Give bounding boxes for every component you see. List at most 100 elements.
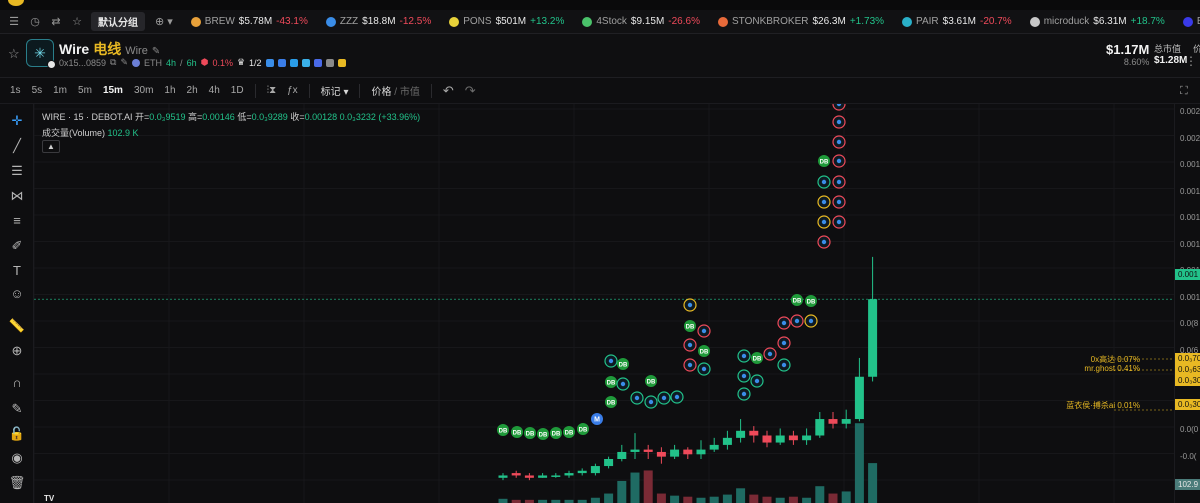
trade-marker-avatar[interactable] <box>832 115 846 129</box>
eye-icon[interactable]: ◉ <box>8 449 26 467</box>
trade-marker-avatar[interactable] <box>657 391 671 405</box>
undo-icon[interactable]: ↶ <box>443 83 454 99</box>
paypal-icon[interactable] <box>265 58 274 67</box>
gift-icon[interactable] <box>337 58 346 67</box>
trade-marker-avatar[interactable] <box>832 215 846 229</box>
trade-marker-avatar[interactable] <box>683 338 697 352</box>
trade-marker-m[interactable]: M <box>591 413 603 425</box>
price-mcap-toggle[interactable]: 价格 / 市值 <box>371 83 419 98</box>
magnet-icon[interactable]: ∩ <box>8 374 26 392</box>
crosshair-icon[interactable]: ✛ <box>8 112 26 130</box>
fx-icon[interactable]: ƒx <box>287 85 298 96</box>
trade-marker-db[interactable]: DB <box>563 426 575 438</box>
trade-marker-avatar[interactable] <box>616 377 630 391</box>
more-icon[interactable]: ⋮ <box>1185 54 1197 68</box>
trade-marker-avatar[interactable] <box>832 175 846 189</box>
zoom-in-icon[interactable]: ⊕ <box>8 342 26 360</box>
trade-marker-avatar[interactable] <box>817 235 831 249</box>
ticker-item[interactable]: BOW$6.84M+10.2% <box>1182 16 1200 27</box>
horizontal-lines-icon[interactable]: ☰ <box>8 162 26 180</box>
timeframe-1s[interactable]: 1s <box>10 85 21 96</box>
user-icon[interactable] <box>277 58 286 67</box>
trade-marker-db[interactable]: DB <box>577 423 589 435</box>
indicator-compare-icon[interactable]: ⫶⧗ <box>267 85 277 96</box>
trade-marker-avatar[interactable] <box>737 349 751 363</box>
trade-marker-db[interactable]: DB <box>497 424 509 436</box>
ruler-icon[interactable]: 📏 <box>8 317 26 335</box>
trade-marker-avatar[interactable] <box>832 195 846 209</box>
timeframe-4h[interactable]: 4h <box>209 85 220 96</box>
star-icon[interactable]: ☆ <box>71 15 83 28</box>
tradingview-logo[interactable]: TV <box>44 494 54 503</box>
timeframe-1m[interactable]: 1m <box>53 85 67 96</box>
trade-marker-avatar[interactable] <box>817 195 831 209</box>
globe-icon[interactable]: ⊕ ▾ <box>155 15 173 28</box>
ticker-item[interactable]: PAIR $3.61M -20.7% <box>902 16 1012 27</box>
timeframe-5s[interactable]: 5s <box>32 85 43 96</box>
trade-marker-avatar[interactable] <box>750 374 764 388</box>
history-icon[interactable]: ◷ <box>29 15 41 28</box>
trade-marker-db[interactable]: DB <box>645 375 657 387</box>
copy-icon[interactable]: ⧉ <box>110 57 116 68</box>
trade-marker-db[interactable]: DB <box>550 427 562 439</box>
website-icon[interactable] <box>325 58 334 67</box>
trade-marker-avatar[interactable] <box>804 314 818 328</box>
text-icon[interactable]: T <box>8 262 26 280</box>
app-logo[interactable] <box>8 0 24 6</box>
trade-marker-db[interactable]: DB <box>524 427 536 439</box>
trade-marker-db[interactable]: DB <box>617 358 629 370</box>
trade-marker-db[interactable]: DB <box>698 345 710 357</box>
timeframe-1D[interactable]: 1D <box>231 85 244 96</box>
trade-marker-avatar[interactable] <box>683 298 697 312</box>
chart-link-icon[interactable] <box>301 58 310 67</box>
lock-icon[interactable]: 🔓 <box>8 425 26 443</box>
trade-marker-db[interactable]: DB <box>605 396 617 408</box>
swap-icon[interactable]: ⇄ <box>50 15 62 28</box>
lock-drawing-icon[interactable]: ✎ <box>8 400 26 418</box>
trade-marker-avatar[interactable] <box>777 316 791 330</box>
ticker-item[interactable]: microduck $6.31M +18.7% <box>1029 16 1165 27</box>
ticker-item[interactable]: 4Stock $9.15M -26.6% <box>582 16 700 27</box>
redo-icon[interactable]: ↷ <box>465 83 476 99</box>
fullscreen-icon[interactable]: ⛶ <box>1180 85 1188 98</box>
trade-marker-db[interactable]: DB <box>511 426 523 438</box>
trade-marker-db[interactable]: DB <box>751 352 763 364</box>
trade-marker-avatar[interactable] <box>817 175 831 189</box>
trendline-icon[interactable]: ╱ <box>8 137 26 155</box>
price-axis[interactable]: 0.002 0.002 0.001 0.001 0.001 0.001 0.001 0.001… <box>1174 104 1200 503</box>
favorite-star-icon[interactable]: ☆ <box>8 46 20 62</box>
trade-marker-avatar[interactable] <box>604 354 618 368</box>
trade-marker-avatar[interactable] <box>630 391 644 405</box>
pen-icon[interactable]: ✎ <box>120 57 128 68</box>
trade-marker-db[interactable]: DB <box>537 428 549 440</box>
pitchfork-icon[interactable]: ⋈ <box>8 187 26 205</box>
price-chart[interactable]: DB DB DB DB DB DB DB M DB DB DB DB DB DB DB DB DB DB <box>34 104 1174 503</box>
token-address[interactable]: 0x15...0859 <box>59 58 106 68</box>
timeframe-5m[interactable]: 5m <box>78 85 92 96</box>
ticker-item[interactable]: BREW $5.78M -43.1% <box>190 16 308 27</box>
trade-marker-avatar[interactable] <box>697 362 711 376</box>
trade-marker-avatar[interactable] <box>832 154 846 168</box>
trade-marker-avatar[interactable] <box>777 358 791 372</box>
ticker-item[interactable]: PONS $501M +13.2% <box>449 16 564 27</box>
edit-icon[interactable]: ✎ <box>152 46 160 57</box>
mark-dropdown[interactable]: 标记 ▾ <box>321 83 349 98</box>
trade-marker-avatar[interactable] <box>697 324 711 338</box>
trade-marker-db[interactable]: DB <box>605 376 617 388</box>
ticker-item[interactable]: STONKBROKER $26.3M +1.73% <box>717 16 884 27</box>
group-select-button[interactable]: 默认分组 <box>91 12 145 31</box>
trade-marker-db[interactable]: DB <box>791 294 803 306</box>
trade-marker-avatar[interactable] <box>670 390 684 404</box>
emoji-icon[interactable]: ☺ <box>8 285 26 303</box>
trade-marker-db[interactable]: DB <box>818 155 830 167</box>
collapse-legend-button[interactable]: ▲ <box>42 140 60 153</box>
explorer-icon[interactable] <box>313 58 322 67</box>
trade-marker-avatar[interactable] <box>644 395 658 409</box>
trade-marker-avatar[interactable] <box>790 314 804 328</box>
trash-icon[interactable]: 🗑 <box>8 474 26 492</box>
trade-marker-db[interactable]: DB <box>684 320 696 332</box>
trade-marker-avatar[interactable] <box>832 135 846 149</box>
trade-marker-avatar[interactable] <box>817 215 831 229</box>
trade-marker-avatar[interactable] <box>683 358 697 372</box>
timeframe-1h[interactable]: 1h <box>164 85 175 96</box>
